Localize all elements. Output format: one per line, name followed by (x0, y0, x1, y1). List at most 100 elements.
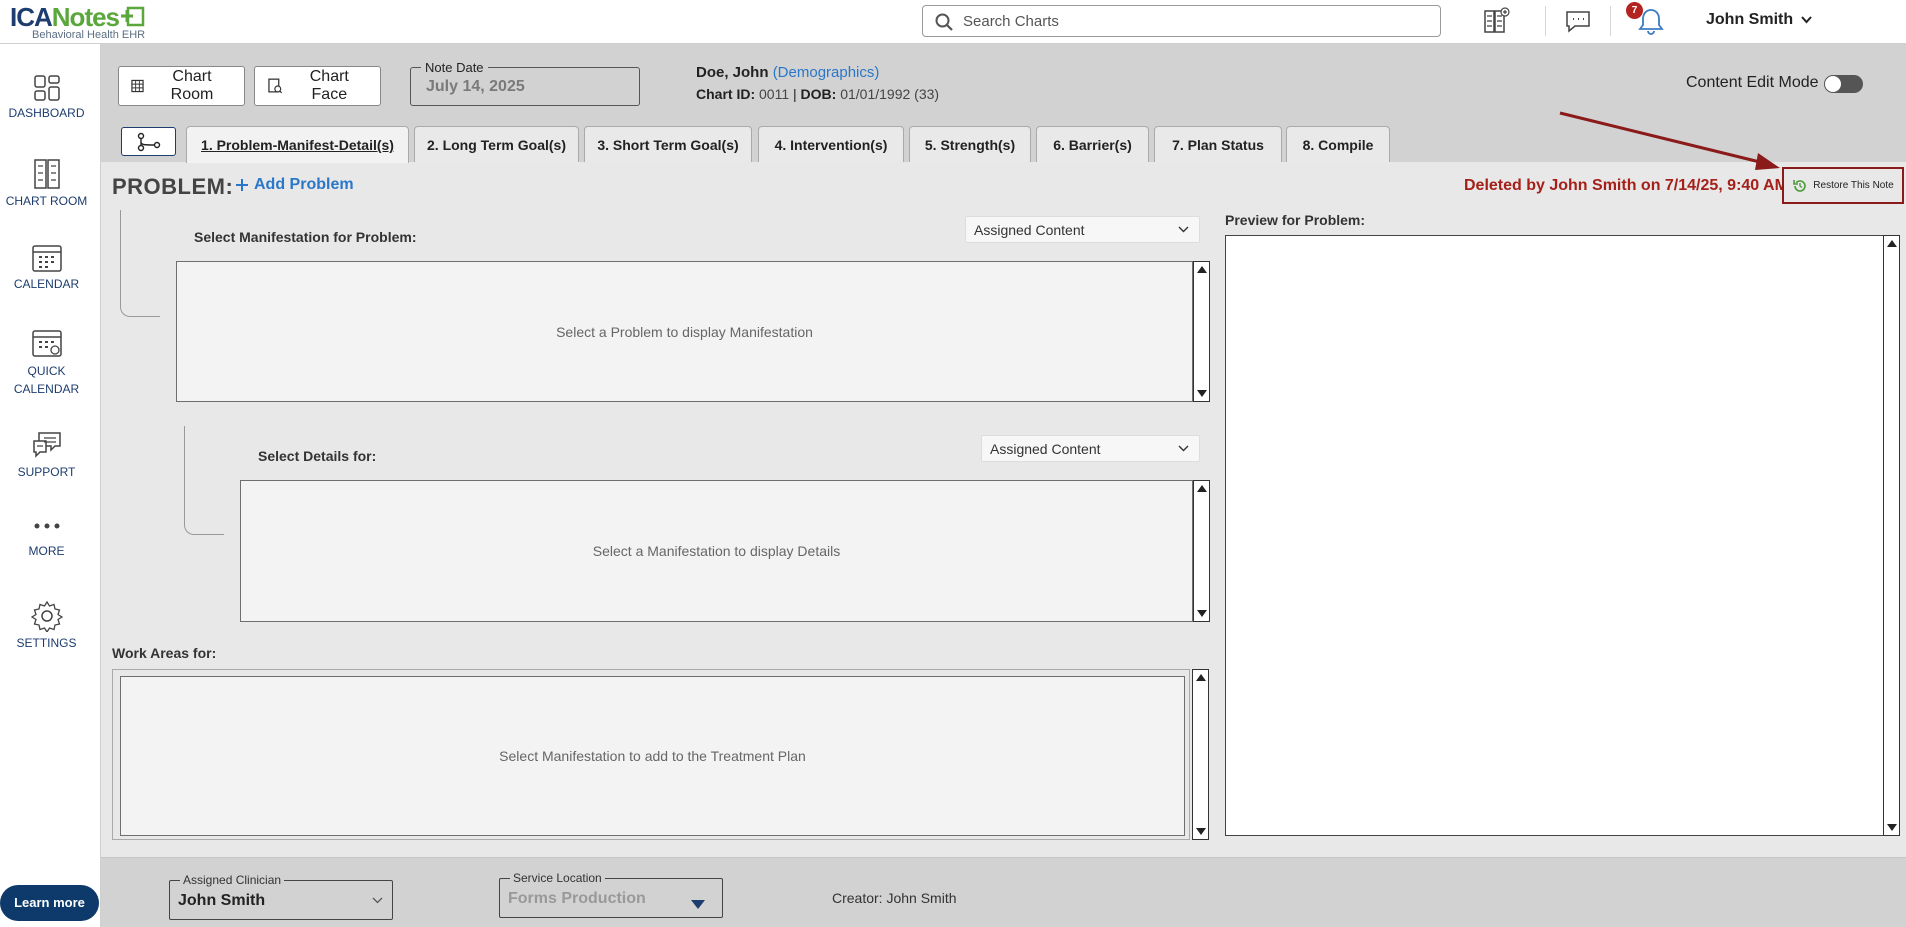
workflow-button[interactable] (121, 127, 176, 156)
notification-badge: 7 (1626, 2, 1643, 19)
search-bar[interactable] (922, 5, 1441, 37)
details-list[interactable]: Select a Manifestation to display Detail… (240, 480, 1193, 622)
service-location-value: Forms Production (508, 890, 646, 907)
details-content-dropdown[interactable]: Assigned Content (981, 435, 1200, 462)
branch-icon (137, 132, 160, 151)
scroll-up-icon[interactable] (1197, 485, 1207, 492)
details-label: Select Details for: (258, 448, 377, 464)
work-areas-list[interactable]: Select Manifestation to add to the Treat… (120, 676, 1185, 836)
scroll-up-icon[interactable] (1197, 266, 1207, 273)
dob-value: 01/01/1992 (33) (840, 86, 940, 102)
chevron-down-icon (372, 897, 383, 904)
cabinet-icon (131, 79, 144, 93)
restore-note-button[interactable]: Restore This Note (1792, 178, 1894, 194)
dashboard-icon (33, 75, 60, 101)
scroll-up-icon[interactable] (1887, 240, 1897, 247)
scroll-up-icon[interactable] (1196, 674, 1206, 681)
demographics-link[interactable]: (Demographics) (773, 64, 880, 81)
sidebar-item-label: QUICK CALENDAR (13, 364, 80, 396)
tab-compile[interactable]: 8. Compile (1286, 126, 1390, 162)
user-menu[interactable]: John Smith (1706, 11, 1812, 29)
quick-calendar-icon (31, 330, 62, 357)
cabinet-add-icon (1484, 7, 1510, 33)
manifestation-content-dropdown[interactable]: Assigned Content (965, 216, 1200, 243)
problem-preview-panel (1225, 235, 1885, 836)
search-input[interactable] (963, 10, 1423, 32)
chart-room-label: Chart Room (170, 68, 214, 103)
scroll-down-icon[interactable] (1197, 390, 1207, 397)
sidebar: DASHBOARD CHART ROOM CALENDAR QUICK CALE… (0, 44, 101, 927)
app-logo[interactable]: ICANotes Behavioral Health EHR (10, 2, 145, 41)
messages-button[interactable] (1564, 6, 1592, 36)
scroll-down-icon[interactable] (1887, 824, 1897, 831)
scroll-down-icon[interactable] (1196, 828, 1206, 835)
chart-id-label: Chart ID: (696, 86, 756, 102)
manifestation-empty-text: Select a Problem to display Manifestatio… (556, 323, 813, 340)
logo-text-notes: Notes (51, 2, 120, 32)
note-date-field[interactable]: Note Date July 14, 2025 (410, 60, 640, 106)
search-icon (935, 13, 953, 31)
chevron-down-icon (1178, 445, 1189, 452)
tab-problem-manifest-details[interactable]: 1. Problem-Manifest-Detail(s) (186, 126, 409, 163)
scroll-down-icon[interactable] (1197, 610, 1207, 617)
details-dropdown-value: Assigned Content (990, 440, 1101, 457)
add-problem-label: Add Problem (254, 176, 354, 193)
work-areas-label: Work Areas for: (112, 645, 217, 661)
sidebar-item-dashboard[interactable]: DASHBOARD (0, 74, 93, 120)
details-scrollbar[interactable] (1193, 480, 1210, 622)
service-location-field[interactable]: Service Location Forms Production (499, 871, 723, 918)
tree-connector (184, 426, 224, 535)
chart-face-button[interactable]: Chart Face (254, 66, 381, 106)
chat-icon (1566, 11, 1590, 33)
content-edit-mode-toggle[interactable] (1824, 75, 1863, 93)
annotation-arrow (1559, 111, 1780, 170)
restore-note-label: Restore This Note (1813, 180, 1894, 191)
problem-title: PROBLEM: (112, 174, 234, 199)
toggle-knob (1825, 76, 1841, 92)
note-date-label: Note Date (421, 60, 488, 75)
assigned-clinician-field[interactable]: Assigned Clinician John Smith (169, 873, 393, 920)
content-edit-mode-label: Content Edit Mode (1686, 74, 1819, 91)
tab-short-term-goals[interactable]: 3. Short Term Goal(s) (584, 126, 752, 162)
note-date-value: July 14, 2025 (426, 78, 525, 95)
chart-id-value: 0011 (759, 86, 790, 102)
chart-room-icon (33, 159, 60, 189)
logo-subtitle: Behavioral Health EHR (32, 29, 146, 41)
sidebar-item-chart-room[interactable]: CHART ROOM (0, 158, 93, 208)
manifestation-list[interactable]: Select a Problem to display Manifestatio… (176, 261, 1193, 402)
preview-label: Preview for Problem: (1225, 212, 1366, 228)
tab-long-term-goals[interactable]: 2. Long Term Goal(s) (414, 126, 579, 162)
preview-scrollbar[interactable] (1883, 235, 1900, 836)
more-icon (34, 523, 59, 529)
sidebar-item-settings[interactable]: SETTINGS (0, 600, 93, 650)
dob-label: DOB: (800, 86, 837, 102)
add-problem-button[interactable]: Add Problem (235, 176, 354, 194)
chevron-down-icon (1801, 16, 1812, 24)
manifestation-dropdown-value: Assigned Content (974, 221, 1085, 238)
calendar-icon (31, 245, 62, 272)
sidebar-item-label: CHART ROOM (5, 194, 88, 208)
sidebar-item-quick-calendar[interactable]: QUICK CALENDAR (0, 328, 93, 398)
chart-room-quick-button[interactable] (1482, 6, 1510, 36)
sidebar-item-label: CALENDAR (13, 277, 80, 291)
tab-barriers[interactable]: 6. Barrier(s) (1036, 126, 1149, 162)
work-areas-scrollbar[interactable] (1192, 669, 1209, 840)
work-areas-empty-text: Select Manifestation to add to the Treat… (499, 748, 806, 764)
tab-interventions[interactable]: 4. Intervention(s) (758, 126, 904, 162)
user-name: John Smith (1706, 11, 1794, 28)
tab-strengths[interactable]: 5. Strength(s) (909, 126, 1031, 162)
plus-icon (236, 179, 248, 191)
gear-icon (30, 600, 63, 632)
top-bar: ICANotes Behavioral Health EHR 7 John Sm… (0, 0, 1906, 44)
patient-info: Doe, John (Demographics) Chart ID: 0011 … (696, 64, 940, 102)
patient-name: Doe, John (696, 64, 769, 81)
sidebar-item-calendar[interactable]: CALENDAR (0, 243, 93, 291)
assigned-clinician-label: Assigned Clinician (180, 873, 285, 887)
chart-room-button[interactable]: Chart Room (118, 66, 245, 106)
service-location-label: Service Location (510, 871, 605, 885)
sidebar-item-support[interactable]: SUPPORT (0, 431, 93, 479)
learn-more-button[interactable]: Learn more (0, 885, 99, 921)
sidebar-item-more[interactable]: MORE (0, 520, 93, 558)
tab-plan-status[interactable]: 7. Plan Status (1154, 126, 1282, 162)
manifestation-scrollbar[interactable] (1193, 261, 1210, 402)
